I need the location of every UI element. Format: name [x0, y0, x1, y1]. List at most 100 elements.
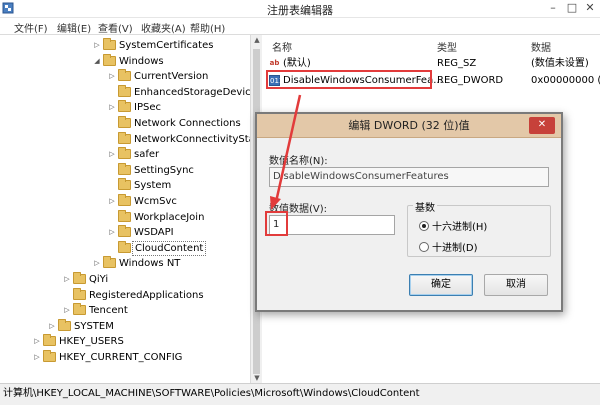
tree-expander-icon[interactable]: ▷ — [107, 225, 117, 240]
tree-item-label: EnhancedStorageDevices — [134, 86, 262, 98]
tree-item-registeredapplications[interactable]: RegisteredApplications — [62, 287, 204, 304]
registry-key-tree: ▷ SystemCertificates ◢ Windows ▷ CurrentVer… — [0, 35, 262, 383]
tree-item-label: Windows — [119, 55, 164, 67]
tree-item-cloudcontent[interactable]: CloudContent — [107, 240, 207, 257]
tree-expander-icon[interactable]: ▷ — [107, 69, 117, 84]
tree-item-network-connections[interactable]: Network Connections — [107, 116, 241, 132]
base-group-label: 基数 — [413, 199, 437, 214]
tree-item-currentversion[interactable]: ▷ CurrentVersion — [107, 69, 208, 85]
tree-item-label: WSDAPI — [134, 227, 174, 239]
close-icon[interactable]: ✕ — [581, 0, 599, 18]
ok-button[interactable]: 确定 — [409, 274, 473, 296]
radio-hexadecimal[interactable]: 十六进制(H) — [419, 218, 487, 233]
dword-value-icon: 011 — [269, 75, 284, 86]
tree-item-enhancedstoragedevices[interactable]: EnhancedStorageDevices — [107, 84, 262, 101]
dialog-title: 编辑 DWORD (32 位)值 — [257, 114, 561, 138]
maximize-icon[interactable]: □ — [563, 0, 581, 18]
minimize-icon[interactable]: – — [544, 0, 562, 18]
tree-item-tencent[interactable]: ▷ Tencent — [62, 303, 128, 319]
folder-icon — [73, 272, 86, 284]
folder-icon — [118, 100, 131, 113]
tree-item-wcmsvc[interactable]: ▷ WcmSvc — [107, 194, 177, 210]
edit-dword-dialog: 编辑 DWORD (32 位)值 ✕ 数值名称(N): DisableWindo… — [255, 112, 563, 312]
tree-item-hkey-current-config[interactable]: ▷ HKEY_CURRENT_CONFIG — [32, 350, 182, 366]
tree-expander-icon[interactable]: ▷ — [62, 272, 72, 287]
menu-view[interactable]: 查看(V) — [98, 20, 133, 35]
tree-expander-icon[interactable]: ▷ — [47, 319, 57, 334]
value-row-default[interactable]: ab (默认) — [269, 56, 311, 71]
tree-item-networkconnectivitystatus[interactable]: NetworkConnectivityStatu — [107, 131, 262, 148]
menu-file[interactable]: 文件(F) — [14, 20, 48, 35]
folder-icon — [118, 178, 131, 191]
menu-edit[interactable]: 编辑(E) — [57, 20, 91, 35]
folder-icon — [103, 256, 116, 269]
column-header-data[interactable]: 数据 — [531, 39, 551, 54]
value-name-field: DisableWindowsConsumerFeatures — [269, 167, 549, 187]
value-data-label: 数值数据(V): — [269, 204, 328, 215]
dialog-close-icon[interactable]: ✕ — [529, 117, 555, 134]
value-data: 0x00000000 (0) — [531, 75, 600, 86]
tree-expander-icon[interactable]: ▷ — [107, 147, 117, 162]
tree-item-label: CloudContent — [132, 240, 207, 256]
tree-item-label: NetworkConnectivityStatu — [134, 133, 262, 145]
folder-icon — [73, 303, 86, 316]
tree-item-wsdapi[interactable]: ▷ WSDAPI — [107, 225, 174, 241]
tree-item-label: WorkplaceJoin — [134, 211, 205, 223]
value-data: (数值未设置) — [531, 58, 589, 69]
tree-item-label: Network Connections — [134, 118, 241, 129]
value-row-disablewindowsconsumerfeatures[interactable]: 011DisableWindowsConsumerFea... — [269, 73, 443, 88]
radio-decimal[interactable]: 十进制(D) — [419, 239, 478, 254]
folder-icon — [118, 194, 131, 206]
tree-item-label: HKEY_CURRENT_CONFIG — [59, 352, 183, 363]
value-data-input[interactable]: 1 — [269, 215, 395, 235]
tree-item-workplacejoin[interactable]: WorkplaceJoin — [107, 209, 205, 226]
scroll-down-arrow-icon[interactable]: ▼ — [252, 374, 262, 382]
tree-item-label: QiYi — [89, 274, 109, 285]
folder-icon — [58, 318, 71, 331]
tree-expander-icon[interactable]: ▷ — [32, 350, 42, 365]
value-name: (默认) — [283, 58, 311, 69]
folder-icon — [118, 162, 131, 175]
tree-expander-icon[interactable]: ▷ — [92, 38, 102, 53]
radio-hex-label: 十六进制(H) — [432, 222, 488, 233]
menu-help[interactable]: 帮助(H) — [190, 20, 225, 35]
tree-item-windows-nt[interactable]: ▷ Windows NT — [92, 256, 180, 272]
tree-item-system-hive[interactable]: ▷ SYSTEM — [47, 318, 114, 335]
tree-item-safer[interactable]: ▷ safer — [107, 147, 159, 163]
tree-expander-icon[interactable]: ▷ — [62, 303, 72, 318]
tree-item-label: IPSec — [134, 102, 161, 114]
tree-item-label: WcmSvc — [134, 196, 177, 207]
tree-item-label: HKEY_USERS — [59, 336, 124, 348]
tree-item-system[interactable]: System — [107, 178, 171, 194]
tree-item-label: Tencent — [89, 305, 128, 317]
string-value-icon: ab — [269, 59, 280, 67]
tree-item-label: SettingSync — [134, 164, 194, 176]
value-name: DisableWindowsConsumerFea... — [283, 75, 443, 86]
column-header-type[interactable]: 类型 — [437, 39, 457, 54]
cancel-button[interactable]: 取消 — [484, 274, 548, 296]
folder-icon — [118, 84, 131, 97]
menu-favorites[interactable]: 收藏夹(A) — [141, 20, 186, 35]
folder-icon — [43, 334, 56, 347]
radio-dec-label: 十进制(D) — [432, 243, 478, 254]
tree-expander-icon[interactable]: ◢ — [92, 54, 102, 69]
tree-expander-icon[interactable]: ▷ — [107, 194, 117, 209]
window-title: 注册表编辑器 — [267, 4, 333, 17]
folder-icon — [103, 38, 116, 50]
column-header-name[interactable]: 名称 — [272, 39, 292, 54]
scroll-up-arrow-icon[interactable]: ▲ — [252, 36, 262, 44]
tree-item-label: SystemCertificates — [119, 40, 214, 51]
tree-item-hkey-users[interactable]: ▷ HKEY_USERS — [32, 334, 124, 350]
tree-item-settingsync[interactable]: SettingSync — [107, 162, 194, 179]
tree-item-label: Windows NT — [119, 258, 181, 270]
tree-expander-icon[interactable]: ▷ — [107, 100, 117, 115]
tree-item-qiyi[interactable]: ▷ QiYi — [62, 272, 108, 288]
radio-unselected-icon — [419, 242, 429, 252]
tree-item-ipsec[interactable]: ▷ IPSec — [107, 100, 161, 116]
tree-item-systemcertificates[interactable]: ▷ SystemCertificates — [92, 38, 213, 54]
tree-item-windows[interactable]: ◢ Windows — [92, 53, 164, 70]
folder-icon — [118, 147, 131, 160]
tree-expander-icon[interactable]: ▷ — [92, 256, 102, 271]
tree-expander-icon[interactable]: ▷ — [32, 334, 42, 349]
folder-icon — [43, 350, 56, 362]
